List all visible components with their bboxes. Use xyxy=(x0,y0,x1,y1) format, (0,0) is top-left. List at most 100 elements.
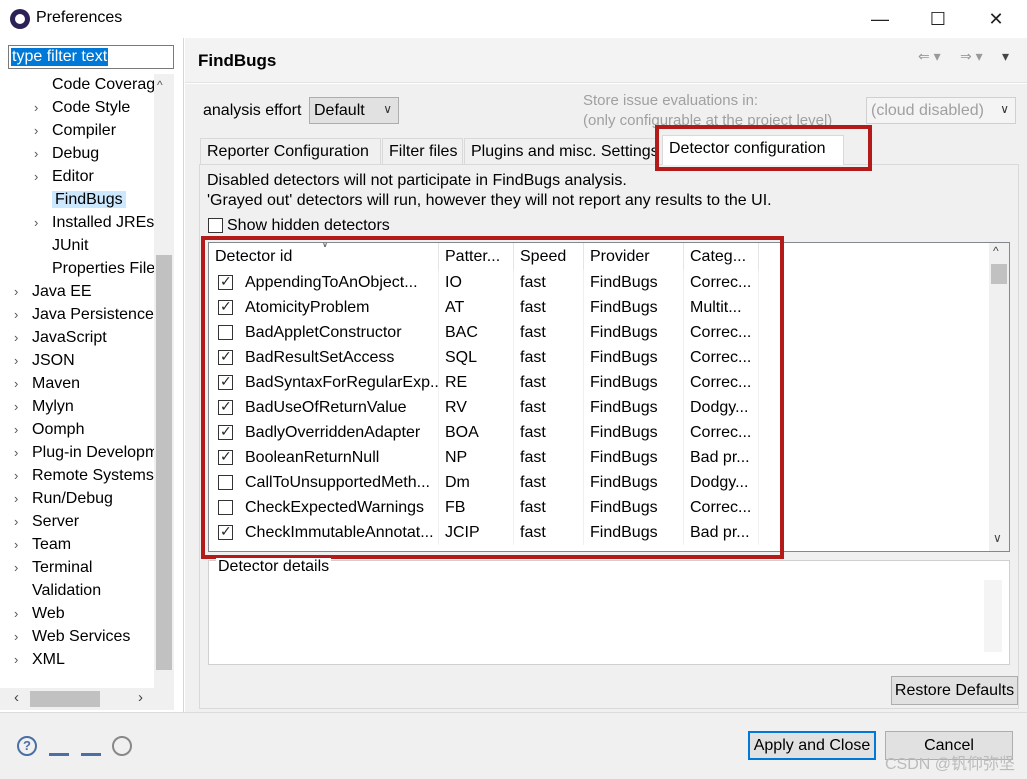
tree-item-label: Properties File xyxy=(52,260,154,277)
chevron-down-icon: ∨ xyxy=(383,102,392,116)
scroll-right-icon[interactable]: › xyxy=(138,689,143,706)
cloud-select[interactable]: (cloud disabled) ∨ xyxy=(866,97,1016,124)
maximize-button[interactable]: ☐ xyxy=(909,0,967,38)
chevron-right-icon[interactable]: › xyxy=(14,557,32,579)
tree-item[interactable]: › Server xyxy=(14,511,79,533)
chevron-right-icon[interactable]: › xyxy=(14,603,32,625)
table-highlight-box xyxy=(201,236,784,559)
apply-and-close-button[interactable]: Apply and Close xyxy=(748,731,876,760)
tree-item-label: Mylyn xyxy=(32,398,74,415)
store-evaluations-label: Store issue evaluations in: xyxy=(583,92,759,109)
tree-item[interactable]: › Run/Debug xyxy=(14,488,113,510)
preferences-tree: Code Coverag › Code Style › Compiler › Debug › E… xyxy=(0,74,154,674)
analysis-effort-select[interactable]: Default ∨ xyxy=(309,97,399,124)
table-scroll-thumb[interactable] xyxy=(991,264,1007,284)
chevron-right-icon[interactable]: › xyxy=(14,373,32,395)
tree-item[interactable]: › Debug xyxy=(34,143,99,165)
chevron-right-icon[interactable]: › xyxy=(14,350,32,372)
tree-item-label: JSON xyxy=(32,352,75,369)
tree-item-label: Run/Debug xyxy=(32,490,113,507)
tree-item[interactable]: › Compiler xyxy=(34,120,116,142)
tree-item-label: Oomph xyxy=(32,421,85,438)
chevron-right-icon[interactable]: › xyxy=(14,304,32,326)
chevron-right-icon[interactable]: › xyxy=(14,626,32,648)
tree-item[interactable]: › Java EE xyxy=(14,281,92,303)
chevron-down-icon: ∨ xyxy=(1000,102,1009,116)
import-icon[interactable] xyxy=(49,736,69,756)
scroll-left-icon[interactable]: ‹ xyxy=(14,689,19,706)
tree-item[interactable]: › JSON xyxy=(14,350,75,372)
view-menu-icon[interactable]: ▾ xyxy=(1002,48,1009,65)
tree-item[interactable]: › Maven xyxy=(14,373,80,395)
eclipse-app-icon xyxy=(10,9,30,29)
tree-item[interactable]: › Editor xyxy=(34,166,94,188)
tree-item[interactable]: › Code Style xyxy=(34,97,130,119)
tree-item[interactable]: Properties File xyxy=(34,258,154,280)
tab-filter-files[interactable]: Filter files xyxy=(382,138,463,164)
chevron-right-icon[interactable]: › xyxy=(14,511,32,533)
tree-item[interactable]: › Oomph xyxy=(14,419,84,441)
chevron-right-icon[interactable]: › xyxy=(14,488,32,510)
chevron-right-icon[interactable]: › xyxy=(14,649,32,671)
chevron-right-icon[interactable]: › xyxy=(14,281,32,303)
tree-item[interactable]: › XML xyxy=(14,649,65,671)
tree-item[interactable]: › Mylyn xyxy=(14,396,74,418)
tree-item-label: Code Coverag xyxy=(52,76,154,93)
chevron-right-icon[interactable]: › xyxy=(34,97,52,119)
chevron-right-icon[interactable]: › xyxy=(14,442,32,464)
filter-input-text[interactable]: type filter text xyxy=(11,48,109,66)
table-vertical-scrollbar[interactable] xyxy=(989,243,1009,551)
tree-item[interactable]: Validation xyxy=(14,580,101,602)
tree-item-label: Remote Systems xyxy=(32,467,154,484)
tree-item[interactable]: › Web Services xyxy=(14,626,130,648)
tree-item[interactable]: › Installed JREs xyxy=(34,212,154,234)
tree-item[interactable]: FindBugs xyxy=(34,189,126,211)
tree-item-label: Code Style xyxy=(52,99,131,116)
show-hidden-label: Show hidden detectors xyxy=(227,217,390,234)
minimize-button[interactable]: — xyxy=(851,0,909,38)
chevron-right-icon[interactable]: › xyxy=(34,120,52,142)
tree-item[interactable]: JUnit xyxy=(34,235,88,257)
chevron-right-icon[interactable]: › xyxy=(14,465,32,487)
cloud-value: (cloud disabled) xyxy=(871,101,984,119)
details-scrollbar[interactable] xyxy=(984,580,1002,652)
show-hidden-checkbox[interactable] xyxy=(208,218,223,233)
tree-item-label: Debug xyxy=(52,145,100,162)
scroll-up-icon[interactable]: ^ xyxy=(157,78,163,92)
help-icon[interactable]: ? xyxy=(17,736,37,756)
forward-arrow-icon[interactable]: ⇒ ▾ xyxy=(960,48,983,65)
tree-item-label: JUnit xyxy=(52,237,89,254)
tree-item[interactable]: › Web xyxy=(14,603,65,625)
chevron-right-icon[interactable]: › xyxy=(14,327,32,349)
tree-item[interactable]: › Java Persistence xyxy=(14,304,154,326)
tree-item[interactable]: › Plug-in Developm xyxy=(14,442,154,464)
scroll-up-icon[interactable]: ^ xyxy=(993,244,999,258)
export-icon[interactable] xyxy=(81,736,101,756)
restore-defaults-button[interactable]: Restore Defaults xyxy=(891,676,1018,705)
page-title: FindBugs xyxy=(198,51,277,70)
page-header xyxy=(185,38,1027,83)
chevron-right-icon[interactable]: › xyxy=(34,143,52,165)
chevron-right-icon[interactable]: › xyxy=(14,534,32,556)
tree-item[interactable]: › Terminal xyxy=(14,557,92,579)
tab-reporter-configuration[interactable]: Reporter Configuration xyxy=(200,138,381,164)
tree-item-label: Web Services xyxy=(32,628,131,645)
tree-scroll-thumb[interactable] xyxy=(156,255,172,670)
chevron-right-icon[interactable]: › xyxy=(14,419,32,441)
watermark: CSDN @钒仰弥坚 xyxy=(884,756,1015,773)
chevron-right-icon[interactable]: › xyxy=(34,212,52,234)
chevron-right-icon[interactable]: › xyxy=(34,166,52,188)
record-icon[interactable] xyxy=(112,736,132,756)
tree-item-label: JavaScript xyxy=(32,329,107,346)
tree-item[interactable]: Code Coverag xyxy=(34,74,154,96)
scroll-down-icon[interactable]: ∨ xyxy=(993,531,1002,545)
tree-item[interactable]: › Team xyxy=(14,534,71,556)
tree-hscroll-thumb[interactable] xyxy=(30,691,100,707)
chevron-right-icon[interactable]: › xyxy=(14,396,32,418)
tab-highlight-box xyxy=(655,125,872,171)
tree-item[interactable]: › Remote Systems xyxy=(14,465,154,487)
back-arrow-icon[interactable]: ⇐ ▾ xyxy=(918,48,941,65)
tree-item[interactable]: › JavaScript xyxy=(14,327,107,349)
tab-plugins-settings[interactable]: Plugins and misc. Settings xyxy=(464,138,659,164)
close-button[interactable]: ✕ xyxy=(967,0,1025,38)
